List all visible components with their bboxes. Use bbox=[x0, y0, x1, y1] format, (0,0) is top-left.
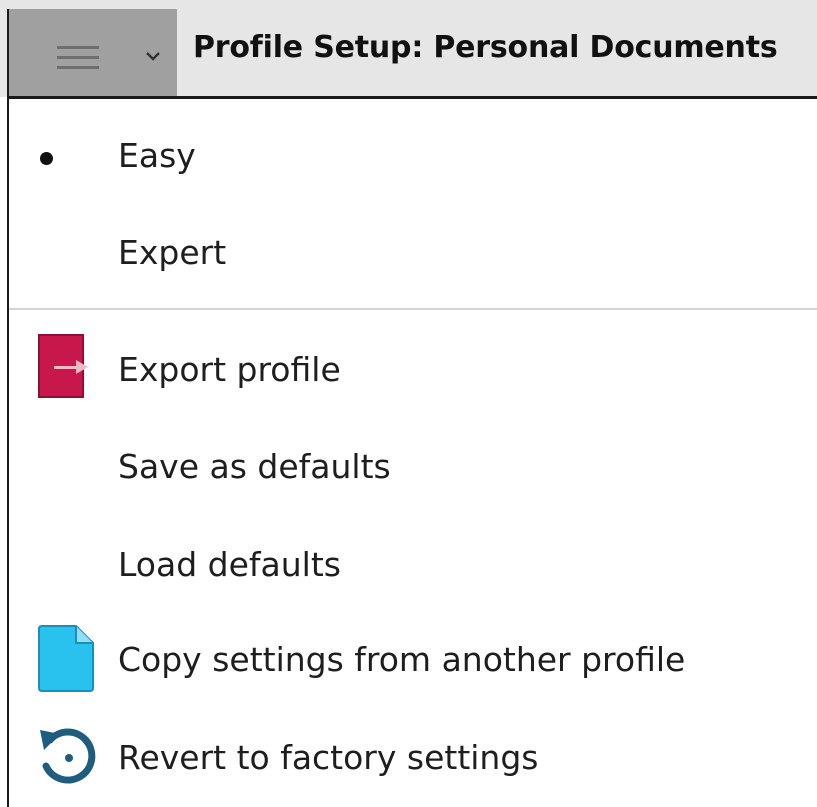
menu-item-label: Expert bbox=[118, 233, 227, 272]
menu-item-expert[interactable]: Expert bbox=[9, 209, 817, 297]
menu-item-label: Copy settings from another profile bbox=[118, 640, 686, 679]
menu-item-label: Export profile bbox=[118, 350, 341, 389]
menu-item-save-as-defaults[interactable]: Save as defaults bbox=[9, 421, 817, 509]
menu-item-load-defaults[interactable]: Load defaults bbox=[9, 519, 817, 607]
menu-toggle-button[interactable] bbox=[9, 9, 177, 97]
document-icon bbox=[38, 625, 94, 692]
menu-item-label: Easy bbox=[118, 136, 196, 175]
menu-item-label: Load defaults bbox=[118, 545, 341, 584]
revert-icon bbox=[40, 728, 96, 784]
page-title: Profile Setup: Personal Documents bbox=[193, 30, 778, 65]
menu-item-export-profile[interactable]: Export profile bbox=[9, 324, 817, 412]
chevron-down-icon bbox=[146, 52, 160, 61]
hamburger-icon bbox=[57, 42, 101, 72]
menu-border-top bbox=[7, 96, 817, 99]
menu-item-revert-factory[interactable]: Revert to factory settings bbox=[9, 712, 817, 800]
header-bar: Profile Setup: Personal Documents bbox=[0, 0, 817, 97]
menu-item-label: Revert to factory settings bbox=[118, 738, 539, 777]
menu-item-easy[interactable]: Easy bbox=[9, 112, 817, 200]
selected-bullet-icon bbox=[40, 152, 53, 165]
menu-separator bbox=[9, 308, 817, 310]
menu-item-copy-settings[interactable]: Copy settings from another profile bbox=[9, 616, 817, 704]
profile-setup-menu: Profile Setup: Personal Documents Easy E… bbox=[0, 0, 817, 807]
menu-item-label: Save as defaults bbox=[118, 447, 391, 486]
export-icon bbox=[38, 334, 88, 398]
